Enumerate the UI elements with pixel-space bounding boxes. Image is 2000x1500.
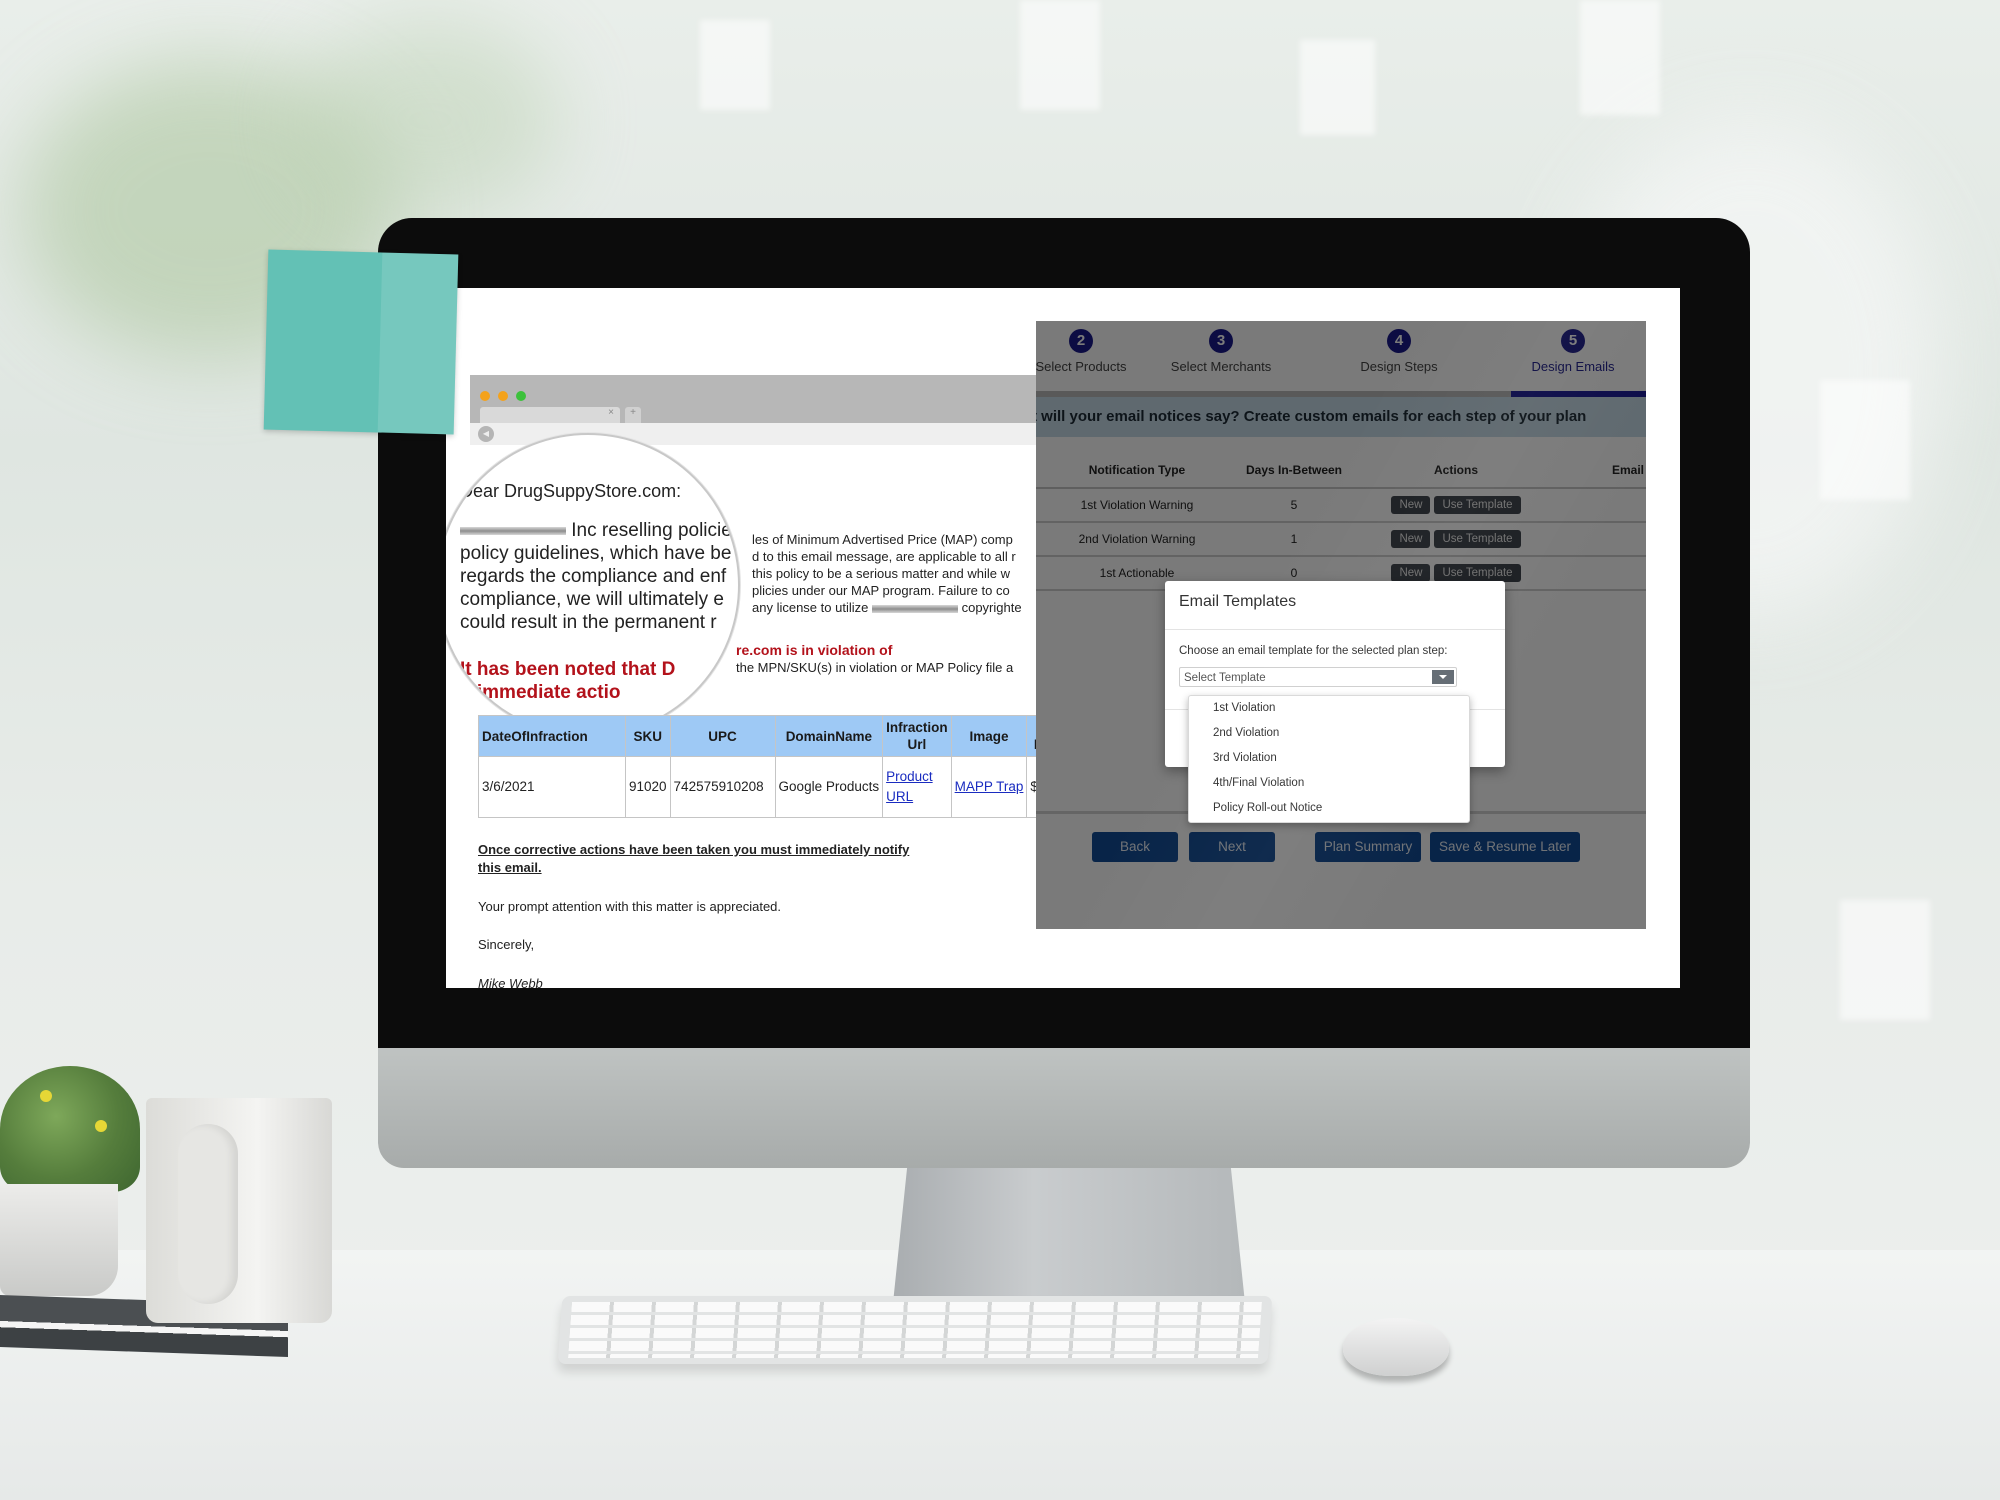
violation-notice: re.com is in violation of: [736, 642, 893, 658]
dropdown-option[interactable]: 1st Violation: [1189, 696, 1469, 721]
magnified-line: regards the compliance and enf: [460, 566, 727, 587]
cell-date: 3/6/2021: [478, 756, 626, 818]
col-date: DateOfInfraction: [478, 715, 626, 757]
cell-domain: Google Products: [774, 756, 884, 818]
email-body-line: this policy to be a serious matter and w…: [752, 566, 1010, 581]
template-dropdown-menu: 1st Violation 2nd Violation 3rd Violatio…: [1188, 695, 1470, 823]
dropdown-option[interactable]: 3rd Violation: [1189, 746, 1469, 771]
corrective-actions-text: Once corrective actions have been taken …: [478, 842, 910, 875]
email-body-line: d to this email message, are applicable …: [752, 549, 1016, 564]
email-greeting: Dear DrugSuppyStore.com:: [460, 481, 682, 501]
window-maximize-dot[interactable]: [516, 391, 526, 401]
col-infraction-url: Infraction Url: [882, 715, 952, 757]
col-domain: DomainName: [774, 715, 884, 757]
background-note: [1840, 900, 1930, 1020]
background-note: [1300, 40, 1375, 135]
template-select[interactable]: Select Template: [1179, 667, 1457, 687]
modal-title: Email Templates: [1179, 593, 1297, 610]
redacted-text: [871, 604, 958, 613]
potted-plant: [0, 1066, 140, 1192]
cell-infraction-url: Product URL: [882, 756, 952, 818]
violation-subtext: the MPN/SKU(s) in violation or MAP Polic…: [736, 660, 1014, 675]
select-placeholder: Select Template: [1184, 672, 1266, 684]
plant-flower: [95, 1120, 107, 1132]
window-minimize-dot[interactable]: [498, 391, 508, 401]
new-tab-icon[interactable]: +: [625, 407, 641, 423]
plant-pot: [0, 1184, 118, 1296]
window-close-dot[interactable]: [480, 391, 490, 401]
appreciation-text: Your prompt attention with this matter i…: [478, 899, 782, 914]
dropdown-option[interactable]: Policy Roll-out Notice: [1189, 796, 1469, 821]
background-foliage: [300, 20, 560, 220]
background-note: [700, 20, 770, 110]
keyboard: [557, 1296, 1273, 1364]
mapp-trap-link[interactable]: MAPP Trap: [955, 779, 1024, 794]
closing-text: Sincerely,: [478, 937, 535, 952]
background-note: [1020, 0, 1100, 110]
magnified-line: compliance, we will ultimately e: [460, 589, 724, 610]
magnified-line: Inc reselling policie: [460, 519, 732, 542]
chevron-down-icon[interactable]: [1432, 670, 1454, 684]
product-url-link[interactable]: Product URL: [886, 769, 933, 804]
signature-text: Mike Webb: [478, 976, 543, 988]
screen: × + ◀ les of Minimum Advertised Price (M…: [446, 288, 1680, 988]
table-row: 3/6/2021 91020 742575910208 Google Produ…: [478, 756, 1075, 818]
modal-divider: [1165, 629, 1505, 630]
magnified-red-line: It has been noted that D: [460, 659, 676, 680]
magnifier-lens: Dear DrugSuppyStore.com: Inc reselling p…: [446, 433, 740, 737]
dropdown-option[interactable]: 4th/Final Violation: [1189, 771, 1469, 796]
background-note: [1580, 0, 1660, 115]
cell-image: MAPP Trap: [950, 756, 1028, 818]
modal-prompt: Choose an email template for the selecte…: [1179, 645, 1448, 657]
cell-upc: 742575910208: [669, 756, 776, 818]
email-body-line: plicies under our MAP program. Failure t…: [752, 583, 1010, 598]
violation-table: DateOfInfraction SKU UPC DomainName Infr…: [478, 715, 1075, 818]
background-note: [1820, 380, 1910, 500]
browser-tab[interactable]: ×: [480, 407, 620, 423]
magnified-line: policy guidelines, which have be: [460, 543, 732, 564]
cell-sku: 91020: [625, 756, 671, 818]
back-arrow-icon[interactable]: ◀: [478, 426, 494, 442]
email-body-line: any license to utilize copyrighte: [752, 600, 1022, 615]
monitor-chin: [378, 1048, 1750, 1168]
monitor-stand: [893, 1168, 1245, 1303]
magnified-line: could result in the permanent r: [460, 612, 717, 633]
wizard-app: 2 Select Products 3 Select Merchants 4 D…: [1036, 321, 1646, 929]
plant-flower: [40, 1090, 52, 1102]
magnified-red-line: d immediate actio: [460, 682, 621, 703]
mug-handle: [178, 1124, 238, 1304]
redacted-text: [460, 526, 566, 535]
sticky-note: [263, 249, 459, 435]
dropdown-option[interactable]: 2nd Violation: [1189, 721, 1469, 746]
mouse: [1343, 1318, 1449, 1376]
col-sku: SKU: [625, 715, 671, 757]
email-body-line: les of Minimum Advertised Price (MAP) co…: [752, 532, 1013, 547]
tab-close-icon[interactable]: ×: [608, 407, 614, 418]
col-upc: UPC: [669, 715, 776, 757]
coffee-mug: [146, 1098, 332, 1323]
col-image: Image: [950, 715, 1028, 757]
